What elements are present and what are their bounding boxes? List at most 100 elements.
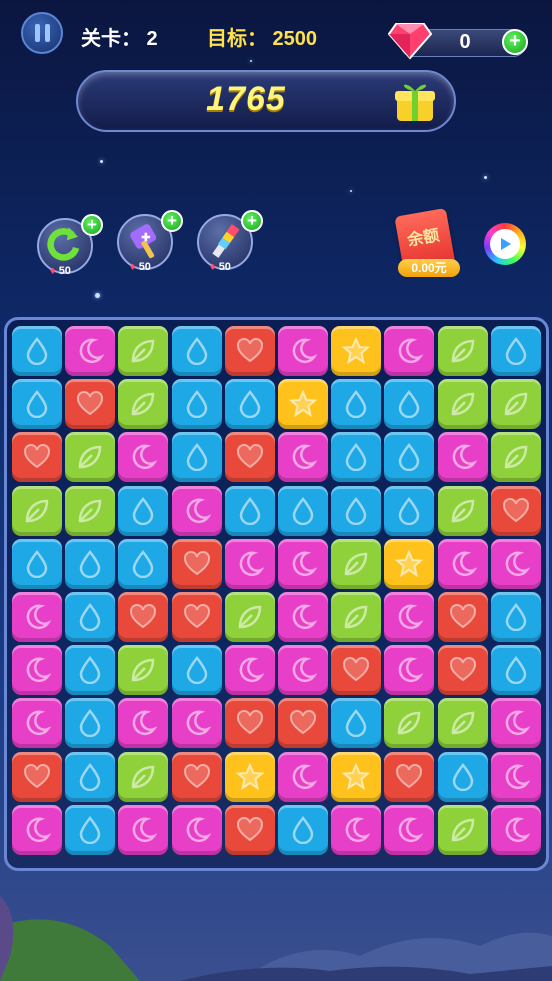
tile-leaf[interactable] [437,698,488,749]
tile-star[interactable] [331,326,382,376]
tile-leaf[interactable] [437,326,488,376]
tile-drop[interactable] [171,432,222,483]
tile-moon[interactable] [384,804,435,855]
tile-moon[interactable] [224,645,275,696]
add-gems-button[interactable]: + [502,29,528,55]
tile-leaf[interactable] [490,379,541,430]
tile-moon[interactable] [118,698,169,749]
tile-heart[interactable] [171,538,222,589]
tile-heart[interactable] [171,592,222,642]
video-play-button[interactable] [484,223,526,265]
tile-moon[interactable] [331,804,382,855]
tile-drop[interactable] [12,379,62,430]
tile-moon[interactable] [12,645,62,696]
tile-heart[interactable] [12,751,62,802]
tile-leaf[interactable] [65,485,116,536]
tile-drop[interactable] [490,592,541,642]
tile-heart[interactable] [384,751,435,802]
tile-heart[interactable] [12,432,62,483]
tile-moon[interactable] [65,326,116,376]
tile-drop[interactable] [65,751,116,802]
tile-moon[interactable] [278,751,328,802]
tile-leaf[interactable] [118,326,169,376]
tile-moon[interactable] [278,538,328,589]
tile-leaf[interactable] [118,751,169,802]
tile-drop[interactable] [278,804,328,855]
tile-leaf[interactable] [65,432,116,483]
tile-drop[interactable] [118,485,169,536]
tile-leaf[interactable] [331,538,382,589]
tile-drop[interactable] [384,485,435,536]
tile-heart[interactable] [171,751,222,802]
tile-heart[interactable] [490,485,541,536]
tile-drop[interactable] [278,485,328,536]
tile-moon[interactable] [384,592,435,642]
tile-heart[interactable] [331,645,382,696]
gift-box-icon[interactable] [393,79,437,123]
tile-leaf[interactable] [437,804,488,855]
tile-drop[interactable] [12,326,62,376]
tile-drop[interactable] [490,645,541,696]
tile-moon[interactable] [171,804,222,855]
tile-moon[interactable] [278,592,328,642]
tile-moon[interactable] [118,804,169,855]
tile-heart[interactable] [224,698,275,749]
tile-moon[interactable] [171,698,222,749]
tile-drop[interactable] [12,538,62,589]
tile-drop[interactable] [224,485,275,536]
tile-leaf[interactable] [118,379,169,430]
tile-moon[interactable] [437,538,488,589]
pause-button[interactable] [21,12,63,54]
tile-drop[interactable] [331,432,382,483]
tile-heart[interactable] [65,379,116,430]
tile-leaf[interactable] [224,592,275,642]
tile-star[interactable] [278,379,328,430]
tile-leaf[interactable] [384,698,435,749]
tile-leaf[interactable] [437,485,488,536]
tile-drop[interactable] [65,804,116,855]
tile-drop[interactable] [118,538,169,589]
tile-drop[interactable] [224,379,275,430]
tile-moon[interactable] [384,326,435,376]
tile-drop[interactable] [65,698,116,749]
tile-drop[interactable] [384,379,435,430]
tile-moon[interactable] [437,432,488,483]
tile-drop[interactable] [331,485,382,536]
tile-moon[interactable] [171,485,222,536]
add-brush-button[interactable]: + [241,210,263,232]
tile-heart[interactable] [278,698,328,749]
tile-leaf[interactable] [437,379,488,430]
tile-heart[interactable] [437,592,488,642]
tile-star[interactable] [384,538,435,589]
tile-heart[interactable] [224,326,275,376]
tile-drop[interactable] [331,698,382,749]
tile-leaf[interactable] [331,592,382,642]
tile-drop[interactable] [65,538,116,589]
tile-heart[interactable] [224,432,275,483]
tile-moon[interactable] [490,538,541,589]
tile-drop[interactable] [171,379,222,430]
tile-heart[interactable] [224,804,275,855]
tile-moon[interactable] [224,538,275,589]
tile-drop[interactable] [65,592,116,642]
tile-moon[interactable] [278,432,328,483]
add-refresh-button[interactable]: + [81,214,103,236]
tile-drop[interactable] [171,326,222,376]
tile-moon[interactable] [490,698,541,749]
tile-moon[interactable] [278,645,328,696]
tile-drop[interactable] [171,645,222,696]
tile-moon[interactable] [278,326,328,376]
tile-moon[interactable] [490,751,541,802]
tile-moon[interactable] [118,432,169,483]
tile-star[interactable] [331,751,382,802]
tile-moon[interactable] [490,804,541,855]
add-hammer-button[interactable]: + [161,210,183,232]
tile-star[interactable] [224,751,275,802]
tile-moon[interactable] [384,645,435,696]
tile-leaf[interactable] [490,432,541,483]
tile-moon[interactable] [12,698,62,749]
tile-drop[interactable] [384,432,435,483]
tile-heart[interactable] [118,592,169,642]
tile-drop[interactable] [437,751,488,802]
tile-heart[interactable] [437,645,488,696]
